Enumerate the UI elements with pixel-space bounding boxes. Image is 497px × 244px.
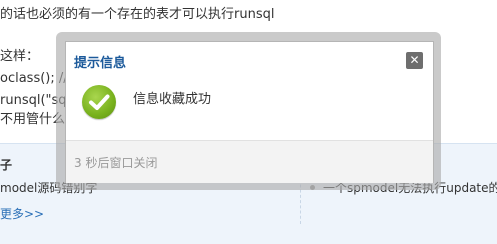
- check-circle-icon: [82, 85, 116, 119]
- dialog-title: 提示信息: [74, 56, 127, 71]
- related-title: 子: [0, 158, 13, 172]
- dialog-message: 信息收藏成功: [133, 92, 212, 107]
- dialog-footer: 3 秒后窗口关闭: [66, 140, 433, 183]
- close-button[interactable]: ✕: [406, 52, 423, 69]
- more-link[interactable]: 更多>>: [0, 205, 44, 222]
- close-icon: ✕: [409, 53, 420, 67]
- article-text-line: 这样：: [0, 49, 40, 64]
- auto-close-countdown: 3 秒后窗口关闭: [74, 156, 158, 170]
- article-text-line: 的话也必须的有一个存在的表才可以执行runsql: [0, 7, 275, 22]
- info-dialog: 提示信息 ✕ 信息收藏成功 3 秒后窗口关闭: [65, 41, 434, 183]
